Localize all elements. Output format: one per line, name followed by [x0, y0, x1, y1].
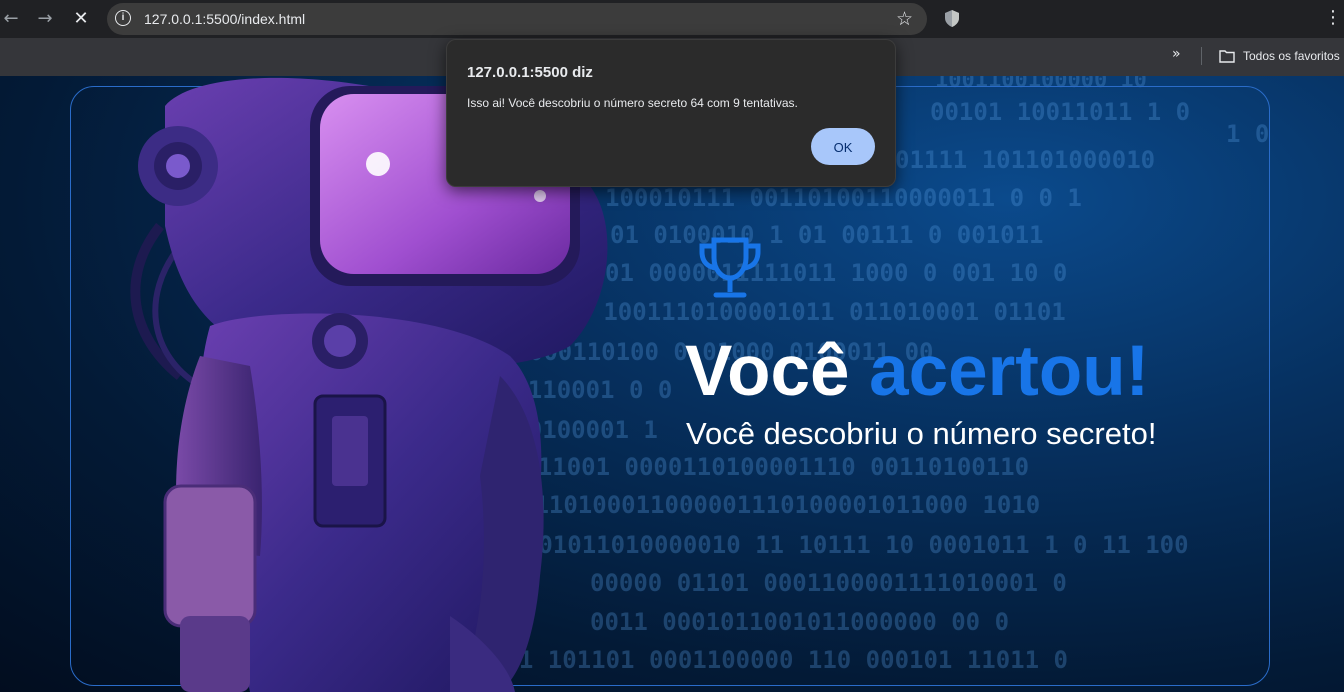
folder-icon[interactable] [1219, 49, 1235, 63]
address-bar[interactable]: i 127.0.0.1:5500/index.html ☆ [107, 3, 927, 35]
bookmarks-folder-label[interactable]: Todos os favoritos [1243, 49, 1340, 63]
back-icon[interactable]: ← [0, 8, 22, 30]
menu-icon[interactable]: ⋮ [1324, 7, 1342, 28]
title-accent-text: acertou! [869, 332, 1150, 411]
divider [1201, 47, 1202, 65]
dialog-title: 127.0.0.1:5500 diz [467, 64, 593, 81]
chevron-icon[interactable]: » [1172, 46, 1181, 62]
trophy-icon [699, 237, 761, 298]
dialog-message: Isso ai! Você descobriu o número secreto… [467, 96, 798, 110]
stop-icon[interactable]: ✕ [70, 8, 92, 30]
alert-dialog: 127.0.0.1:5500 diz Isso ai! Você descobr… [446, 39, 896, 187]
shield-icon[interactable] [945, 10, 959, 27]
forward-icon[interactable]: → [34, 8, 56, 30]
url-text[interactable]: 127.0.0.1:5500/index.html [144, 11, 305, 27]
page-title: Você acertou! [685, 331, 1149, 412]
star-icon[interactable]: ☆ [896, 8, 913, 30]
browser-toolbar: ← → ✕ i 127.0.0.1:5500/index.html ☆ ⋮ [0, 0, 1344, 38]
page-subtitle: Você descobriu o número secreto! [686, 416, 1157, 451]
title-text: Você [685, 332, 850, 411]
info-icon[interactable]: i [115, 10, 131, 26]
ok-button[interactable]: OK [811, 128, 875, 165]
